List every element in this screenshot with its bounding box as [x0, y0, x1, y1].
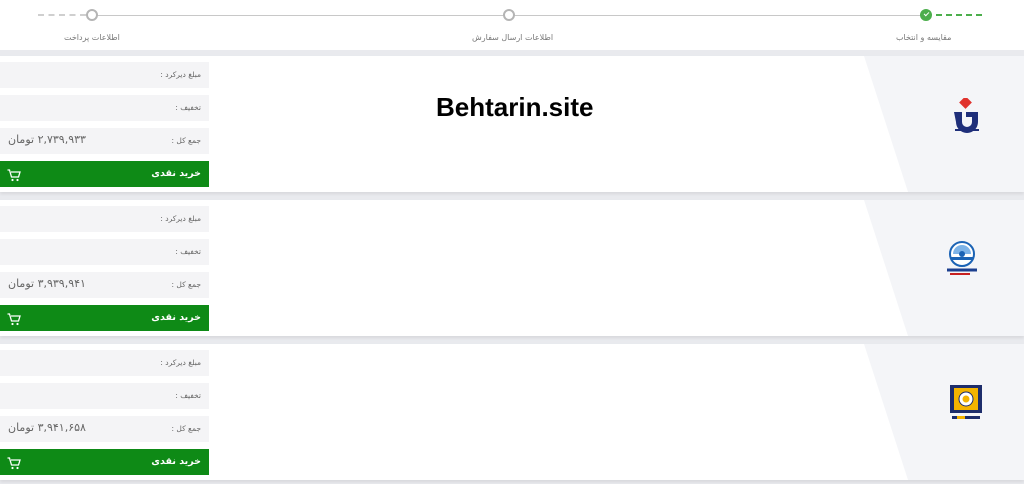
cart-icon [7, 167, 21, 186]
step-label-compare: مقایسه و انتخاب [896, 33, 952, 42]
total-value: ۳,۹۳۹,۹۴۱ تومان [8, 277, 86, 290]
total-row: جمع کل : ۲,۷۳۹,۹۳۳ تومان [0, 128, 209, 154]
step-label-payment: اطلاعات پرداخت [64, 33, 120, 42]
late-fee-row: مبلغ دیرکرد : [0, 350, 209, 376]
discount-row: تخفیف : [0, 239, 209, 265]
bimeh-dana-logo [950, 96, 984, 138]
bimeh-iran-logo [944, 240, 980, 284]
stepper-track-dashed-left [38, 14, 86, 16]
buy-cash-button[interactable]: خرید نقدی [0, 161, 209, 187]
watermark-text: Behtarin.site [436, 92, 594, 122]
buy-cash-button[interactable]: خرید نقدی [0, 305, 209, 331]
checkout-stepper: اطلاعات پرداخت اطلاعات ارسال سفارش مقایس… [0, 0, 1024, 50]
offer-price-rows: مبلغ دیرکرد : تخفیف : جمع کل : ۲,۷۳۹,۹۳۳… [0, 62, 209, 187]
total-value: ۲,۷۳۹,۹۳۳ تومان [8, 133, 86, 146]
bimeh-pasargad-logo [949, 384, 983, 426]
discount-label: تخفیف : [175, 391, 201, 400]
offer-price-rows: مبلغ دیرکرد : تخفیف : جمع کل : ۳,۹۳۹,۹۴۱… [0, 206, 209, 331]
cart-icon [7, 311, 21, 330]
discount-row: تخفیف : [0, 383, 209, 409]
buy-cash-label: خرید نقدی [151, 168, 201, 179]
step-dot-shipping[interactable] [503, 9, 515, 21]
step-dot-payment[interactable] [86, 9, 98, 21]
discount-label: تخفیف : [175, 103, 201, 112]
offer-card: مبلغ دیرکرد : تخفیف : جمع کل : ۲,۷۳۹,۹۳۳… [0, 56, 1024, 192]
offer-card: مبلغ دیرکرد : تخفیف : جمع کل : ۳,۹۳۹,۹۴۱… [0, 200, 1024, 336]
late-fee-label: مبلغ دیرکرد : [160, 214, 201, 223]
total-label: جمع کل : [171, 424, 201, 433]
buy-cash-label: خرید نقدی [151, 312, 201, 323]
total-value: ۳,۹۴۱,۶۵۸ تومان [8, 421, 86, 434]
card-logo-panel [864, 344, 1024, 480]
step-label-shipping: اطلاعات ارسال سفارش [472, 33, 554, 42]
late-fee-label: مبلغ دیرکرد : [160, 70, 201, 79]
stepper-track-dashed-right [936, 14, 982, 16]
late-fee-row: مبلغ دیرکرد : [0, 206, 209, 232]
discount-label: تخفیف : [175, 247, 201, 256]
total-row: جمع کل : ۳,۹۴۱,۶۵۸ تومان [0, 416, 209, 442]
total-label: جمع کل : [171, 280, 201, 289]
card-logo-panel [864, 56, 1024, 192]
step-dot-compare[interactable] [920, 9, 932, 21]
offer-price-rows: مبلغ دیرکرد : تخفیف : جمع کل : ۳,۹۴۱,۶۵۸… [0, 350, 209, 475]
late-fee-label: مبلغ دیرکرد : [160, 358, 201, 367]
total-label: جمع کل : [171, 136, 201, 145]
late-fee-row: مبلغ دیرکرد : [0, 62, 209, 88]
total-row: جمع کل : ۳,۹۳۹,۹۴۱ تومان [0, 272, 209, 298]
buy-cash-button[interactable]: خرید نقدی [0, 449, 209, 475]
cart-icon [7, 455, 21, 474]
offer-card: مبلغ دیرکرد : تخفیف : جمع کل : ۳,۹۴۱,۶۵۸… [0, 344, 1024, 480]
discount-row: تخفیف : [0, 95, 209, 121]
buy-cash-label: خرید نقدی [151, 456, 201, 467]
